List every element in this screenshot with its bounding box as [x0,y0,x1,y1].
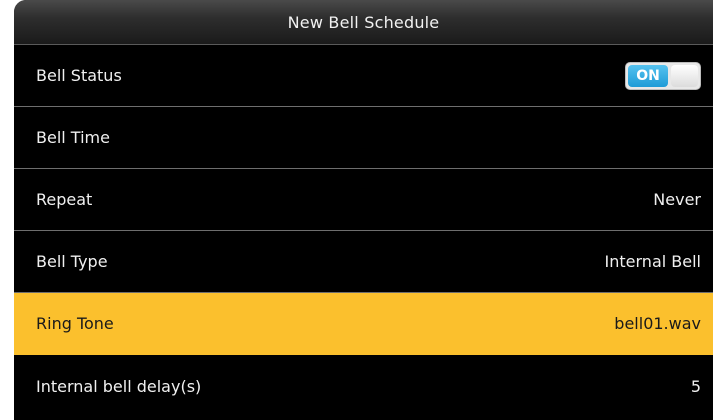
menu-item-value: 5 [690,376,701,396]
menu-item-bell-status[interactable]: Bell Status ON [14,45,713,107]
menu-item-repeat[interactable]: Repeat Never [14,169,713,231]
menu-item-label: Repeat [36,190,93,209]
menu-item-label: Internal bell delay(s) [36,376,202,396]
device-screen: New Bell Schedule Bell Status ON Bell Ti… [14,0,713,420]
menu-item-bell-time[interactable]: Bell Time [14,107,713,169]
page-title: New Bell Schedule [287,12,440,32]
menu-item-label: Bell Time [36,128,110,147]
menu-item-label: Bell Type [36,252,108,271]
menu-item-ring-tone[interactable]: Ring Tone bell01.wav [14,293,713,355]
bell-status-toggle[interactable]: ON [625,61,701,90]
title-bar: New Bell Schedule [14,0,713,45]
toggle-on-label: ON [628,64,668,87]
menu-item-internal-bell-delay[interactable]: Internal bell delay(s) 5 [14,355,713,417]
menu-item-value: bell01.wav [614,314,701,333]
menu-item-value: Never [653,190,701,209]
menu-item-value: Internal Bell [604,252,701,271]
menu-item-label: Bell Status [36,66,122,85]
menu-item-label: Ring Tone [36,314,114,333]
menu-item-bell-type[interactable]: Bell Type Internal Bell [14,231,713,293]
toggle-knob [671,64,698,87]
